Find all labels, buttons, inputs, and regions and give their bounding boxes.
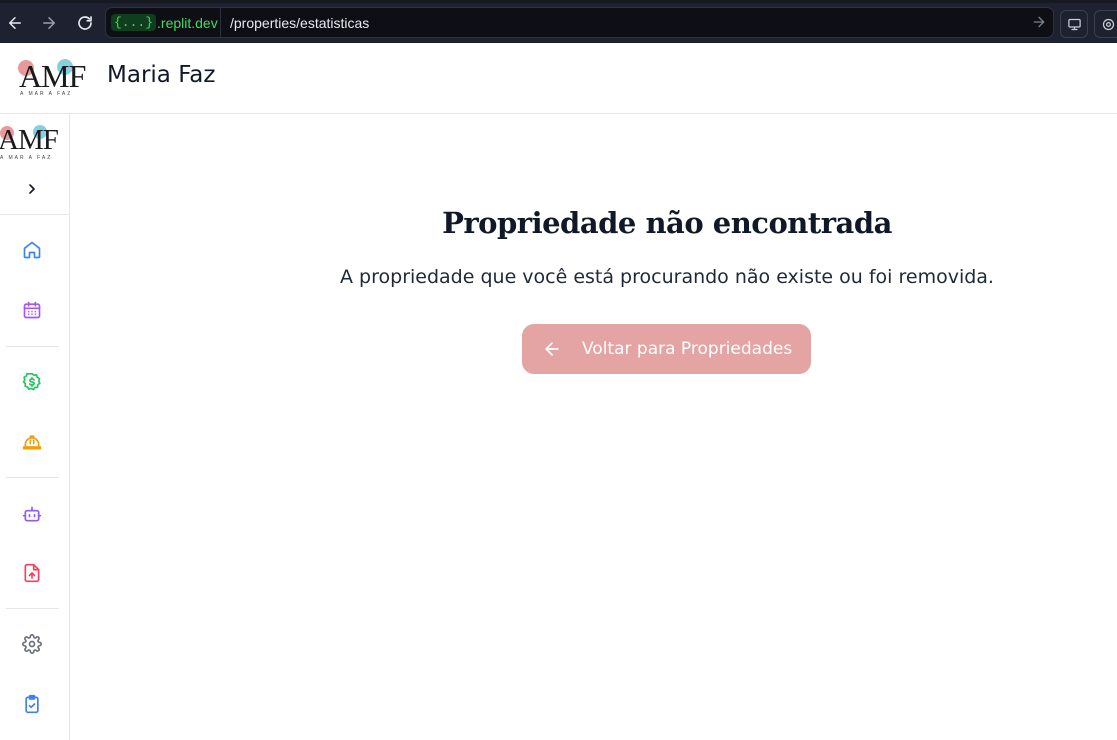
sidebar-divider [6,477,59,478]
hard-hat-icon [22,435,42,450]
sidebar-item-calendar[interactable] [20,298,44,322]
chevron-right-icon [29,184,35,194]
not-found-title: Propriedade não encontrada [442,206,892,240]
app-header: AMF A MAR A FAZ Maria Faz [0,43,1117,114]
arrow-left-icon [545,342,559,356]
host-chip[interactable]: {...} .replit.dev [106,8,221,37]
bot-icon [22,506,42,522]
sidebar-logo[interactable]: AMF A MAR A FAZ [0,124,70,164]
back-button-label: Voltar para Propriedades [582,339,793,359]
sidebar-item-settings[interactable] [20,632,44,656]
devices-icon[interactable] [1060,10,1088,38]
sidebar-item-assistant[interactable] [20,502,44,526]
sidebar-divider [6,608,59,609]
sidebar-item-upload[interactable] [20,561,44,585]
not-found-description: A propriedade que você está procurando n… [340,266,994,288]
devtools-icon[interactable] [1094,10,1117,38]
logo-text: AMF [19,58,86,94]
app-title: Maria Faz [107,62,216,88]
browser-toolbar: {...} .replit.dev /properties/estatistic… [0,0,1117,43]
reload-icon[interactable] [72,10,98,36]
logo-subtext: A MAR A FAZ [0,155,53,161]
host-prefix: {...} [111,14,157,31]
host-domain: .replit.dev [157,14,218,31]
forward-arrow-icon[interactable] [36,10,62,36]
sidebar-item-home[interactable] [20,238,44,262]
expand-sidebar-button[interactable] [22,179,42,199]
logo-subtext: A MAR A FAZ [20,91,73,97]
main-content: Propriedade não encontrada A propriedade… [70,114,1117,740]
sidebar-item-finance[interactable] [20,370,44,394]
home-icon [23,241,41,259]
back-arrow-icon[interactable] [2,10,28,36]
sidebar-divider [0,214,69,215]
calendar-icon [23,301,41,319]
sidebar-item-tasks[interactable] [20,692,44,716]
address-bar[interactable]: {...} .replit.dev /properties/estatistic… [105,7,1054,38]
go-arrow-icon[interactable] [1031,14,1047,30]
clipboard-check-icon [25,694,39,714]
dollar-badge-icon [22,372,41,391]
file-upload-icon [24,563,40,583]
back-to-properties-button[interactable]: Voltar para Propriedades [522,324,811,374]
header-logo[interactable]: AMF A MAR A FAZ [18,58,96,98]
sidebar-item-maintenance[interactable] [20,430,44,454]
sidebar: AMF A MAR A FAZ [0,114,70,740]
logo-text: AMF [0,124,59,156]
gear-icon [22,634,42,654]
sidebar-divider [6,346,59,347]
url-path[interactable]: /properties/estatisticas [230,8,369,37]
